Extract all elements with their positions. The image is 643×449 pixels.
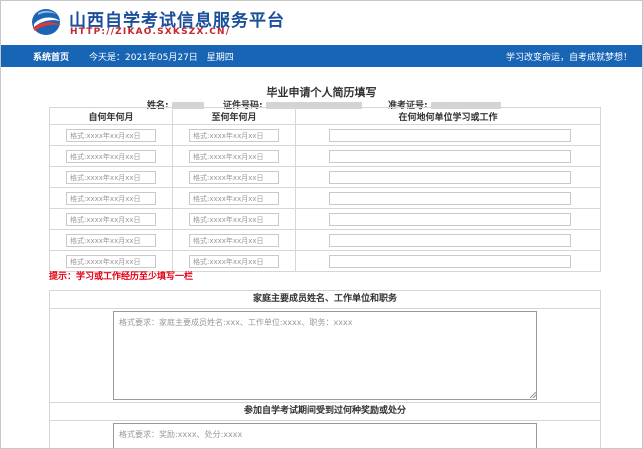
site-header: 山西自学考试信息服务平台 HTTP://ZIKAO.SXKSZX.CN/	[1, 1, 642, 45]
nav-date: 今天是：2021年05月27日 星期四	[89, 53, 234, 63]
to-date-input[interactable]: 格式:xxxx年xx月xx日	[189, 233, 279, 247]
place-cell	[295, 229, 601, 251]
to-date-input[interactable]: 格式:xxxx年xx月xx日	[189, 254, 279, 268]
to-date-cell: 格式:xxxx年xx月xx日	[172, 145, 296, 167]
col-header-place: 在何地何单位学习或工作	[295, 107, 601, 125]
page-frame: 山西自学考试信息服务平台 HTTP://ZIKAO.SXKSZX.CN/ 系统首…	[0, 0, 643, 449]
nav-home-link[interactable]: 系统首页	[33, 50, 69, 63]
from-date-input[interactable]: 格式:xxxx年xx月xx日	[66, 212, 156, 226]
to-date-cell: 格式:xxxx年xx月xx日	[172, 187, 296, 209]
awards-section-body: 格式要求：奖励:xxxx、处分:xxxx	[49, 421, 601, 448]
resume-table-header: 自何年何月 至何年何月 在何地何单位学习或工作	[49, 107, 601, 125]
from-date-input[interactable]: 格式:xxxx年xx月xx日	[66, 170, 156, 184]
resume-row: 格式:xxxx年xx月xx日 格式:xxxx年xx月xx日	[49, 166, 601, 188]
to-date-cell: 格式:xxxx年xx月xx日	[172, 208, 296, 230]
resume-row: 格式:xxxx年xx月xx日 格式:xxxx年xx月xx日	[49, 229, 601, 251]
col-header-from: 自何年何月	[49, 107, 173, 125]
place-cell	[295, 250, 601, 272]
resume-row: 格式:xxxx年xx月xx日 格式:xxxx年xx月xx日	[49, 187, 601, 209]
place-input[interactable]	[329, 149, 571, 163]
place-input[interactable]	[329, 191, 571, 205]
to-date-input[interactable]: 格式:xxxx年xx月xx日	[189, 149, 279, 163]
place-input[interactable]	[329, 233, 571, 247]
family-section-title: 家庭主要成员姓名、工作单位和职务	[49, 290, 601, 309]
nav-bar: 系统首页 今天是：2021年05月27日 星期四 学习改变命运，自考成就梦想！	[1, 45, 642, 67]
place-input[interactable]	[329, 212, 571, 226]
from-date-input[interactable]: 格式:xxxx年xx月xx日	[66, 254, 156, 268]
from-date-cell: 格式:xxxx年xx月xx日	[49, 166, 173, 188]
to-date-input[interactable]: 格式:xxxx年xx月xx日	[189, 212, 279, 226]
from-date-input[interactable]: 格式:xxxx年xx月xx日	[66, 191, 156, 205]
from-date-input[interactable]: 格式:xxxx年xx月xx日	[66, 128, 156, 142]
place-cell	[295, 166, 601, 188]
from-date-cell: 格式:xxxx年xx月xx日	[49, 208, 173, 230]
place-input[interactable]	[329, 128, 571, 142]
from-date-input[interactable]: 格式:xxxx年xx月xx日	[66, 149, 156, 163]
place-cell	[295, 145, 601, 167]
resume-row: 格式:xxxx年xx月xx日 格式:xxxx年xx月xx日	[49, 124, 601, 146]
family-section-body: 格式要求：家庭主要成员姓名:xxx、工作单位:xxxx、职务：xxxx	[49, 309, 601, 403]
to-date-cell: 格式:xxxx年xx月xx日	[172, 166, 296, 188]
nav-slogan: 学习改变命运，自考成就梦想！	[505, 53, 632, 63]
place-cell	[295, 187, 601, 209]
col-header-to: 至何年何月	[172, 107, 296, 125]
awards-section-title: 参加自学考试期间受到过何种奖励或处分	[49, 402, 601, 421]
site-url[interactable]: HTTP://ZIKAO.SXKSZX.CN/	[70, 27, 230, 37]
to-date-input[interactable]: 格式:xxxx年xx月xx日	[189, 128, 279, 142]
to-date-input[interactable]: 格式:xxxx年xx月xx日	[189, 191, 279, 205]
from-date-cell: 格式:xxxx年xx月xx日	[49, 124, 173, 146]
to-date-cell: 格式:xxxx年xx月xx日	[172, 229, 296, 251]
textarea-resize-handle[interactable]	[530, 392, 536, 398]
place-input[interactable]	[329, 254, 571, 268]
to-date-cell: 格式:xxxx年xx月xx日	[172, 124, 296, 146]
globe-logo-icon	[32, 9, 61, 35]
place-cell	[295, 124, 601, 146]
place-input[interactable]	[329, 170, 571, 184]
from-date-cell: 格式:xxxx年xx月xx日	[49, 145, 173, 167]
family-members-textarea[interactable]: 格式要求：家庭主要成员姓名:xxx、工作单位:xxxx、职务：xxxx	[113, 311, 537, 400]
resume-table: 自何年何月 至何年何月 在何地何单位学习或工作 格式:xxxx年xx月xx日 格式…	[49, 107, 601, 272]
awards-textarea[interactable]: 格式要求：奖励:xxxx、处分:xxxx	[113, 423, 537, 448]
resume-row: 格式:xxxx年xx月xx日 格式:xxxx年xx月xx日	[49, 208, 601, 230]
tip-text: 提示：学习或工作经历至少填写一栏	[49, 272, 194, 282]
resume-row: 格式:xxxx年xx月xx日 格式:xxxx年xx月xx日	[49, 145, 601, 167]
from-date-input[interactable]: 格式:xxxx年xx月xx日	[66, 233, 156, 247]
resume-table-body: 格式:xxxx年xx月xx日 格式:xxxx年xx月xx日 格式:xxxx年xx月x…	[49, 124, 601, 272]
to-date-input[interactable]: 格式:xxxx年xx月xx日	[189, 170, 279, 184]
from-date-cell: 格式:xxxx年xx月xx日	[49, 187, 173, 209]
from-date-cell: 格式:xxxx年xx月xx日	[49, 229, 173, 251]
place-cell	[295, 208, 601, 230]
